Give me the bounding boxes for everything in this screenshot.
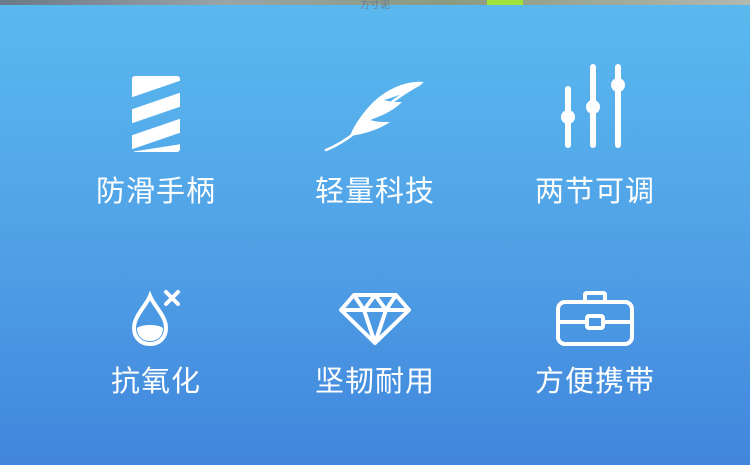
feature-durable: 坚韧耐用 [275,288,475,448]
feature-anti-slip-handle: 防滑手柄 [56,70,256,230]
feature-anti-oxidation: 抗氧化 [56,288,256,448]
feature-label: 坚韧耐用 [314,364,435,398]
feature-lightweight-tech: 轻量科技 [275,70,475,230]
feature-label: 抗氧化 [110,364,201,398]
feature-label: 轻量科技 [314,174,435,208]
diamond-icon [338,292,412,346]
feature-label: 方便携带 [534,364,655,398]
water-drop-x-icon [128,288,184,346]
adjust-sliders-icon [560,63,630,149]
top-caption: 方寸泥 [360,0,390,11]
feather-icon [320,76,430,152]
feature-label: 防滑手柄 [95,174,216,208]
striped-handle-icon [130,76,182,152]
feature-label: 两节可调 [534,174,655,208]
feature-two-section-adjustable: 两节可调 [495,63,695,223]
feature-portable: 方便携带 [495,288,695,448]
briefcase-icon [555,290,635,348]
